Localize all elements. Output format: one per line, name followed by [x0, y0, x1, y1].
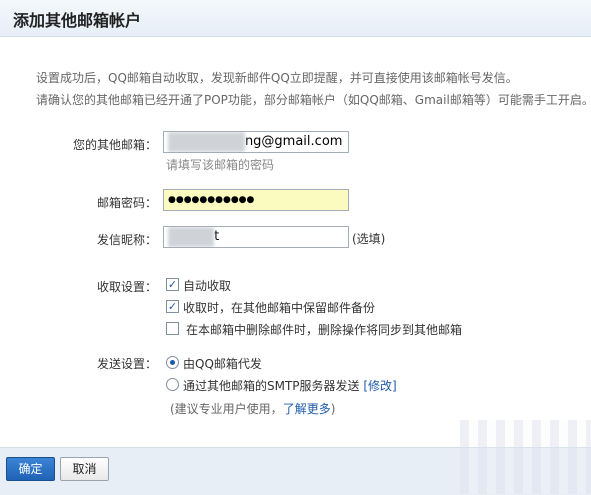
advice-prefix: (建议专业用户使用，	[170, 402, 283, 416]
password-input[interactable]: ●●●●●●●●●●●	[163, 189, 349, 211]
send-label: 发送设置：	[96, 357, 157, 371]
title-bar: 添加其他邮箱帐户	[0, 0, 591, 37]
learn-more-link[interactable]: 了解更多	[283, 402, 331, 416]
cancel-button[interactable]: 取消	[60, 457, 109, 481]
email-hint: 请填写该邮箱的密码	[166, 158, 275, 172]
description-line-1: 设置成功后，QQ邮箱自动收取，发现新邮件QQ立即提醒，并可直接使用该邮箱帐号发信…	[36, 71, 518, 85]
keep-backup-checkbox[interactable]: ✓	[166, 300, 179, 313]
keep-backup-label: 收取时，在其他邮箱中保留邮件备份	[183, 301, 376, 315]
send-via-smtp-radio[interactable]	[166, 378, 179, 391]
nickname-label: 发信昵称：	[96, 233, 157, 247]
confirm-button[interactable]: 确定	[6, 457, 55, 481]
password-label: 邮箱密码：	[96, 196, 157, 210]
send-via-smtp-text: 通过其他邮箱的SMTP服务器发送	[183, 379, 360, 393]
modify-link[interactable]: [修改]	[363, 379, 396, 393]
advice-suffix: )	[330, 402, 336, 416]
receive-label: 收取设置：	[96, 280, 157, 294]
sync-delete-label: 在本邮箱中删除邮件时，删除操作将同步到其他邮箱	[186, 323, 463, 337]
advice-text: (建议专业用户使用，了解更多)	[170, 400, 335, 417]
email-label: 您的其他邮箱：	[72, 138, 157, 152]
auto-receive-checkbox[interactable]: ✓	[166, 278, 179, 291]
nickname-value: t	[214, 229, 220, 244]
description-line-2: 请确认您的其他邮箱已经开通了POP功能，部分邮箱帐户（如QQ邮箱、Gmail邮箱…	[36, 93, 591, 107]
auto-receive-label: 自动收取	[183, 279, 232, 293]
redacted-text: xxxxxxxxxx	[168, 132, 245, 152]
window-title: 添加其他邮箱帐户	[13, 11, 142, 30]
redacted-text: xxxxxx	[168, 227, 215, 247]
send-via-qq-label: 由QQ邮箱代发	[183, 357, 262, 371]
sync-delete-checkbox[interactable]	[166, 322, 179, 335]
send-via-qq-radio[interactable]	[166, 356, 179, 369]
nickname-input[interactable]: xxxxxxt	[163, 226, 349, 248]
send-via-smtp-label: 通过其他邮箱的SMTP服务器发送 [修改]	[183, 377, 397, 394]
watermark-overlay	[460, 420, 591, 494]
nickname-optional: (选填)	[352, 232, 386, 246]
email-input[interactable]: xxxxxxxxxxng@gmail.com	[163, 131, 349, 153]
email-value: ng@gmail.com	[244, 134, 343, 149]
